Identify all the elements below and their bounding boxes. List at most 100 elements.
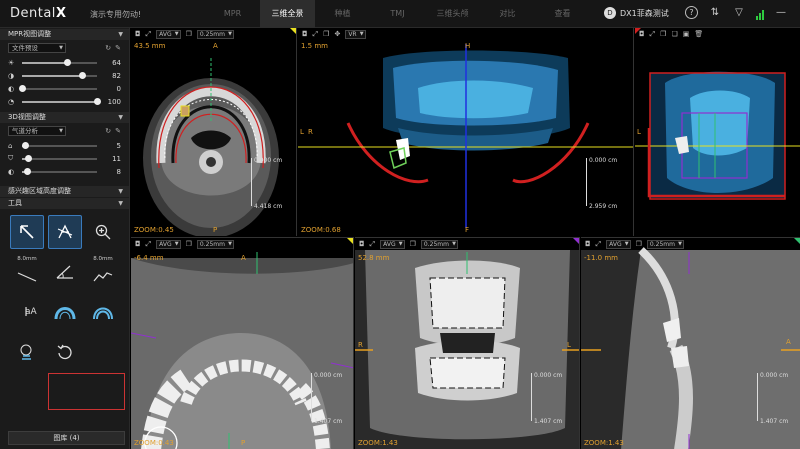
chevron-down-icon: ▼ — [118, 31, 123, 38]
vr-slider-1[interactable]: ⛉ 11 — [0, 152, 129, 165]
gallery-button[interactable]: 图库 (4) — [8, 431, 125, 445]
scale-label-top: 0.000 cm — [314, 372, 343, 379]
zoom-in-icon — [95, 224, 111, 240]
scale-label-top: 0.000 cm — [589, 157, 618, 164]
slice-depth: 52.8 mm — [358, 254, 390, 262]
slider-thumb[interactable] — [94, 97, 101, 105]
slider-thumb[interactable] — [64, 58, 71, 66]
reset-icon[interactable]: ↻ — [105, 127, 111, 135]
scale-bar — [757, 373, 759, 421]
angle-icon — [56, 265, 73, 279]
signal-strength-icon — [756, 8, 764, 20]
chevron-down-icon: ▼ — [118, 188, 123, 195]
orientation-right: R — [358, 341, 363, 349]
tab-mpr[interactable]: MPR — [205, 0, 260, 28]
edit-icon[interactable]: ✎ — [115, 127, 121, 135]
tab-panorama[interactable]: 三维全景 — [260, 0, 315, 28]
roi-height-header[interactable]: 感兴趣区域高度调整 ▼ — [0, 186, 129, 197]
tools-header[interactable]: 工具 ▼ — [0, 198, 129, 209]
slider-fill — [22, 74, 82, 77]
tab-view[interactable]: 查看 — [535, 0, 590, 28]
help-icon[interactable]: ? — [685, 6, 698, 19]
zoom-level: ZOOM:1.43 — [584, 439, 624, 447]
slider-thumb[interactable] — [23, 167, 31, 175]
slider-track[interactable] — [22, 71, 97, 79]
mpr-slider-3[interactable]: ◔ 100 — [0, 95, 129, 108]
slice-depth: -6.4 mm — [134, 254, 164, 262]
slider-track[interactable] — [19, 84, 97, 92]
reset-icon[interactable]: ↻ — [105, 44, 111, 52]
scale-label-top: 0.000 cm — [254, 157, 283, 164]
text-tool[interactable]: I aA — [10, 295, 44, 329]
panoramic-view[interactable]: ◘ ⤢ ❐ ✥ VR ▼ 1.5 mm H F L R ZOOM:0.68 0.0… — [298, 28, 634, 236]
mpr-adjust-header[interactable]: MPR视图调整 ▼ — [0, 29, 129, 40]
tab-compare[interactable]: 对比 — [480, 0, 535, 28]
slider-value: 0 — [116, 84, 121, 93]
slider-icon: ⌂ — [8, 141, 13, 150]
curve-measure-tool[interactable]: 8.0mm — [86, 255, 120, 289]
slider-icon: ◐ — [8, 84, 15, 93]
tab-3d-ceph[interactable]: 三维头颅 — [425, 0, 480, 28]
threed-view[interactable]: ◘ ⤢ ❐ ❏ ▣ 🗑 L — [635, 28, 800, 236]
slider-track[interactable] — [22, 97, 101, 105]
edit-icon[interactable]: ✎ — [115, 44, 121, 52]
angle-tool[interactable] — [48, 255, 82, 289]
zoom-level: ZOOM:1.43 — [358, 439, 398, 447]
mpr-slider-1[interactable]: ◑ 82 — [0, 69, 129, 82]
axial-view-bottom[interactable]: ◘ ⤢ AVG ▼ ❐ 0.25mm ▼ -6.4 mm A P ZOOM:0.43… — [131, 237, 354, 449]
filter-icon[interactable]: ▽ — [732, 5, 746, 21]
pan-icon — [57, 224, 73, 239]
scale-bar — [251, 158, 253, 206]
chevron-down-icon: ▼ — [59, 45, 63, 51]
slider-track[interactable] — [22, 167, 97, 175]
pan-tool[interactable] — [48, 215, 82, 249]
sagittal-view[interactable]: ◘ ⤢ AVG ▼ ❐ 0.25mm ▼ -11.0 mm A ZOOM:1.43 … — [581, 237, 800, 449]
upper-arch-tool[interactable] — [48, 295, 82, 329]
window-controls: ? ⇅ ▽ — ✕ — [685, 5, 800, 21]
vr-slider-2[interactable]: ◐ 8 — [0, 165, 129, 178]
minimize-icon[interactable]: — — [774, 5, 788, 21]
slider-fill — [22, 61, 67, 64]
scale-label-bottom: 1.407 cm — [314, 418, 343, 425]
lower-arch-tool[interactable] — [86, 295, 120, 329]
slider-thumb[interactable] — [79, 71, 86, 79]
undo-icon — [57, 344, 72, 360]
slider-thumb[interactable] — [22, 141, 29, 149]
mpr-preset-row: 文件预设 ▼ ↻ ✎ — [0, 40, 129, 56]
tab-tmj[interactable]: TMJ — [370, 0, 425, 28]
slider-thumb[interactable] — [19, 84, 26, 92]
vr-preset-select[interactable]: 气道分析 ▼ — [8, 126, 66, 136]
transfer-icon[interactable]: ⇅ — [708, 5, 722, 21]
slider-track[interactable] — [22, 58, 97, 66]
slider-track[interactable] — [22, 154, 97, 162]
mpr-slider-2[interactable]: ◐ 0 — [0, 82, 129, 95]
zoom-tool[interactable] — [86, 215, 120, 249]
head-profile-icon — [20, 344, 32, 360]
vr-slider-0[interactable]: ⌂ 5 — [0, 139, 129, 152]
scale-label-bottom: 1.407 cm — [534, 418, 563, 425]
scale-bar — [586, 158, 588, 206]
slider-track[interactable] — [22, 141, 97, 149]
mpr-preset-select[interactable]: 文件预设 ▼ — [8, 43, 66, 53]
mpr-slider-0[interactable]: ☀ 64 — [0, 56, 129, 69]
vr-adjust-header[interactable]: 3D视图调整 ▼ — [0, 112, 129, 123]
scale-bar — [531, 373, 533, 421]
user-name: DX1菲森测试 — [620, 8, 669, 18]
annotation-tool[interactable] — [10, 335, 44, 369]
slider-value: 11 — [112, 154, 121, 163]
slider-fill — [22, 100, 97, 103]
select-tool[interactable] — [10, 215, 44, 249]
axial-view-top[interactable]: ◘ ⤢ AVG ▼ ❐ 0.25mm ▼ 43.5 mm A P ZOOM:0.45… — [131, 28, 297, 236]
slider-thumb[interactable] — [25, 154, 32, 162]
undo-tool[interactable] — [48, 335, 82, 369]
orientation-left: L — [300, 128, 304, 136]
tab-implant[interactable]: 种植 — [315, 0, 370, 28]
zoom-level: ZOOM:0.45 — [134, 226, 174, 234]
tools-grid: 8.0mm 8.0mm I aA — [0, 209, 129, 375]
chevron-down-icon: ▼ — [118, 200, 123, 207]
slider-value: 5 — [116, 141, 121, 150]
user-account[interactable]: D DX1菲森测试 — [604, 7, 669, 19]
coronal-view[interactable]: ◘ ⤢ AVG ▼ ❐ 0.25mm ▼ 52.8 mm R L ZOOM:1.43… — [355, 237, 580, 449]
scale-label-top: 0.000 cm — [534, 372, 563, 379]
distance-tool[interactable]: 8.0mm — [10, 255, 44, 289]
